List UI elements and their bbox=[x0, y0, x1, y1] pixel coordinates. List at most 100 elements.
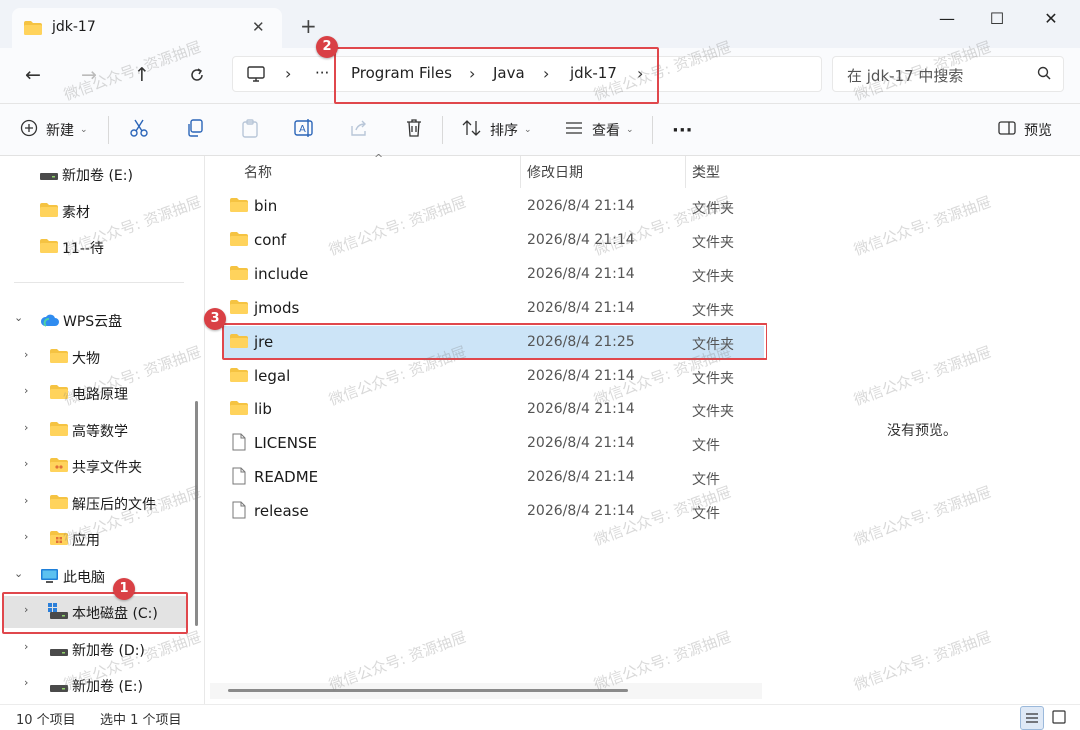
sidebar-item-11-dai[interactable]: 11--待 bbox=[4, 231, 188, 263]
sidebar-item-sucai[interactable]: 素材 bbox=[4, 195, 188, 227]
sidebar-item-drive-e[interactable]: 新加卷 (E:) bbox=[4, 158, 188, 190]
sidebar-item-math[interactable]: › 高等数学 bbox=[4, 414, 188, 446]
file-name: lib bbox=[254, 400, 272, 419]
highlight-box-drive-c bbox=[2, 592, 188, 634]
chevron-down-icon: ⌄ bbox=[626, 125, 634, 135]
status-bar: 10 个项目 选中 1 个项目 bbox=[0, 704, 1080, 730]
folder-icon bbox=[230, 198, 248, 216]
file-row-conf[interactable]: conf 2026/8/4 21:14 文件夹 bbox=[224, 224, 764, 256]
preview-pane: 没有预览。 bbox=[767, 156, 1080, 704]
item-count: 10 个项目 bbox=[16, 713, 76, 728]
column-header-date[interactable]: 修改日期 bbox=[527, 156, 583, 186]
paste-button[interactable] bbox=[240, 104, 260, 156]
no-preview-message: 没有预览。 bbox=[887, 423, 957, 439]
drive-icon bbox=[50, 681, 68, 697]
sort-button[interactable]: 排序 ⌄ bbox=[462, 104, 532, 156]
file-row-jmods[interactable]: jmods 2026/8/4 21:14 文件夹 bbox=[224, 292, 764, 324]
cut-button[interactable] bbox=[129, 104, 149, 156]
chevron-down-icon[interactable]: ⌄ bbox=[14, 311, 23, 324]
highlight-box-breadcrumb bbox=[334, 47, 659, 104]
details-view-button[interactable] bbox=[1020, 706, 1044, 730]
sidebar-item-wps-cloud[interactable]: ⌄ WPS云盘 bbox=[4, 304, 188, 336]
preview-pane-button[interactable]: 预览 bbox=[998, 104, 1052, 156]
file-type: 文件夹 bbox=[692, 370, 734, 387]
sidebar-scrollbar[interactable] bbox=[195, 401, 198, 626]
file-type: 文件夹 bbox=[692, 234, 734, 251]
chevron-right-icon[interactable]: › bbox=[24, 530, 28, 543]
trash-icon bbox=[404, 118, 424, 142]
search-icon[interactable] bbox=[1037, 66, 1051, 84]
folder-icon bbox=[50, 422, 68, 440]
column-divider[interactable] bbox=[685, 156, 686, 188]
breadcrumb-overflow[interactable]: ··· bbox=[315, 64, 329, 82]
file-row-release[interactable]: release 2026/8/4 21:14 文件 bbox=[224, 495, 764, 527]
copy-button[interactable] bbox=[185, 104, 205, 156]
sidebar-item-label: 11--待 bbox=[62, 241, 104, 257]
column-header-type[interactable]: 类型 bbox=[692, 156, 720, 186]
sidebar-item-this-pc[interactable]: ⌄ 此电脑 bbox=[4, 560, 188, 592]
folder-icon bbox=[230, 265, 248, 284]
file-row-legal[interactable]: legal 2026/8/4 21:14 文件夹 bbox=[224, 360, 764, 392]
search-input[interactable]: 在 jdk-17 中搜索 bbox=[847, 65, 963, 86]
chevron-down-icon[interactable]: ⌄ bbox=[14, 567, 23, 580]
folder-icon bbox=[40, 239, 58, 257]
window-tab[interactable]: jdk-17 ✕ bbox=[12, 8, 282, 48]
horizontal-scrollbar[interactable] bbox=[228, 689, 628, 692]
sidebar-item-extracted[interactable]: › 解压后的文件 bbox=[4, 487, 188, 519]
file-date: 2026/8/4 21:14 bbox=[527, 435, 635, 452]
more-options-button[interactable]: ··· bbox=[672, 104, 693, 156]
sidebar-item-drive-d[interactable]: › 新加卷 (D:) bbox=[4, 633, 188, 665]
column-divider[interactable] bbox=[520, 156, 521, 188]
sidebar-divider bbox=[14, 282, 184, 283]
chevron-right-icon[interactable]: › bbox=[24, 676, 28, 689]
tiles-view-button[interactable] bbox=[1048, 706, 1072, 730]
tab-close-icon[interactable]: ✕ bbox=[252, 18, 265, 36]
file-row-bin[interactable]: bin 2026/8/4 21:14 文件夹 bbox=[224, 190, 764, 222]
file-date: 2026/8/4 21:14 bbox=[527, 469, 635, 486]
drive-icon bbox=[40, 169, 58, 185]
forward-icon[interactable]: → bbox=[76, 62, 102, 88]
chevron-right-icon[interactable]: › bbox=[24, 640, 28, 653]
chevron-right-icon[interactable]: › bbox=[24, 421, 28, 434]
chevron-right-icon[interactable]: › bbox=[24, 348, 28, 361]
file-date: 2026/8/4 21:14 bbox=[527, 198, 635, 214]
up-icon[interactable]: ↑ bbox=[129, 62, 155, 88]
close-button[interactable]: ✕ bbox=[1036, 8, 1066, 30]
apps-folder-icon bbox=[50, 531, 68, 549]
maximize-button[interactable]: ☐ bbox=[982, 8, 1012, 30]
file-row-readme[interactable]: README 2026/8/4 21:14 文件 bbox=[224, 461, 764, 493]
chevron-down-icon: ⌄ bbox=[80, 125, 88, 135]
sidebar-item-drive-e-bottom[interactable]: › 新加卷 (E:) bbox=[4, 669, 188, 701]
search-box[interactable]: 在 jdk-17 中搜索 bbox=[832, 56, 1064, 92]
minimize-button[interactable]: — bbox=[932, 8, 962, 30]
pc-icon bbox=[247, 66, 265, 86]
file-name: conf bbox=[254, 230, 287, 249]
new-tab-button[interactable]: + bbox=[300, 16, 317, 36]
file-icon bbox=[232, 433, 246, 455]
file-icon bbox=[232, 501, 246, 523]
sidebar-item-label: 电路原理 bbox=[72, 387, 128, 403]
refresh-icon[interactable] bbox=[184, 62, 210, 88]
new-button[interactable]: 新建 ⌄ bbox=[20, 104, 88, 156]
delete-button[interactable] bbox=[404, 104, 424, 156]
back-icon[interactable]: ← bbox=[20, 62, 46, 88]
chevron-right-icon[interactable]: › bbox=[24, 457, 28, 470]
file-row-include[interactable]: include 2026/8/4 21:14 文件夹 bbox=[224, 258, 764, 290]
chevron-right-icon[interactable]: › bbox=[24, 384, 28, 397]
preview-label: 预览 bbox=[1024, 123, 1052, 139]
view-button[interactable]: 查看 ⌄ bbox=[564, 104, 634, 156]
rename-button[interactable]: A bbox=[294, 104, 316, 156]
column-header-name[interactable]: 名称 bbox=[244, 156, 272, 186]
file-date: 2026/8/4 21:14 bbox=[527, 401, 635, 418]
file-row-license[interactable]: LICENSE 2026/8/4 21:14 文件 bbox=[224, 427, 764, 459]
share-button[interactable] bbox=[349, 104, 369, 156]
sidebar-item-shared[interactable]: › 共享文件夹 bbox=[4, 450, 188, 482]
sidebar-item-circuits[interactable]: › 电路原理 bbox=[4, 377, 188, 409]
toolbar-divider bbox=[442, 116, 443, 144]
file-row-lib[interactable]: lib 2026/8/4 21:14 文件夹 bbox=[224, 393, 764, 425]
chevron-right-icon[interactable]: › bbox=[24, 494, 28, 507]
details-view-icon bbox=[1026, 713, 1038, 723]
sidebar-item-apps[interactable]: › 应用 bbox=[4, 523, 188, 555]
file-icon bbox=[232, 467, 246, 489]
sidebar-item-dawu[interactable]: › 大物 bbox=[4, 341, 188, 373]
